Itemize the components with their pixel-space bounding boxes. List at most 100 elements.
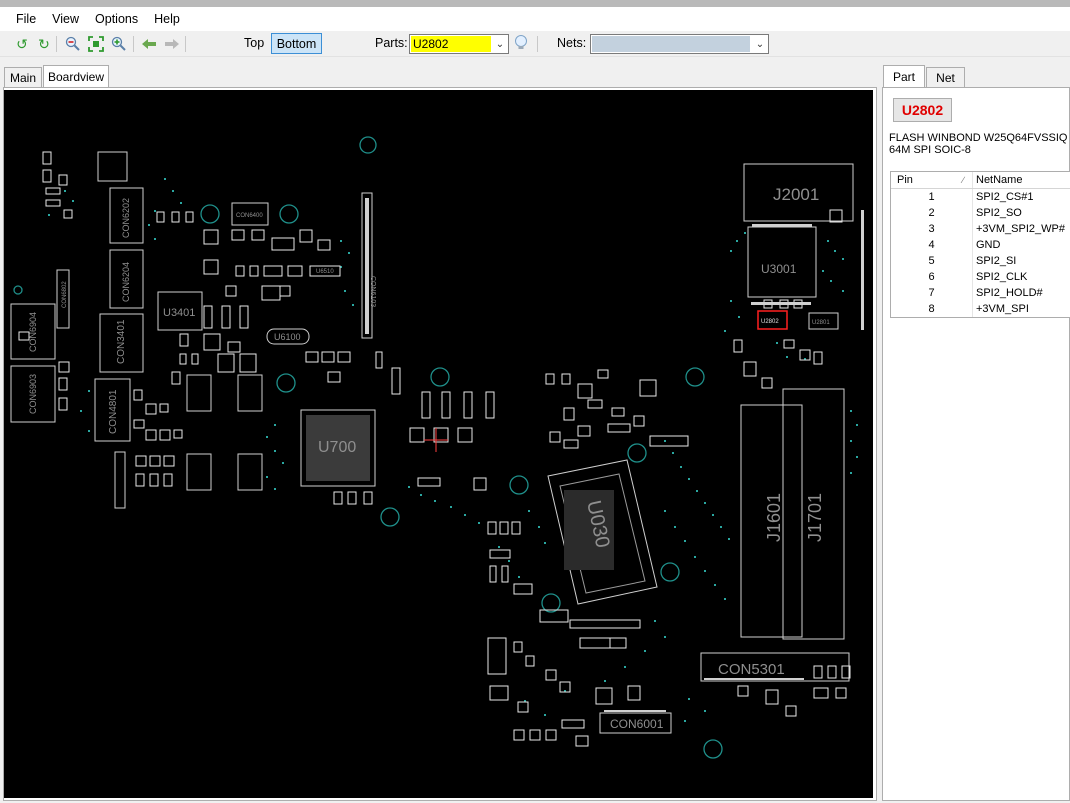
chevron-down-icon[interactable]: ⌄ — [492, 35, 508, 53]
net-cell: SPI2_SI — [976, 255, 1017, 267]
toolbar: ↺ ↻ Top Bottom Parts: U2802 ⌄ Nets: ⌄ — [0, 31, 1070, 57]
column-header-pin[interactable]: Pin ∕ — [891, 172, 973, 188]
back-arrow-icon[interactable] — [141, 36, 157, 52]
chevron-down-icon[interactable]: ⌄ — [752, 35, 768, 53]
board-labels: J2001 U3001 U2802 U2801 U3401 U700 U030 … — [28, 185, 830, 731]
mount-hole — [380, 507, 400, 527]
part-description: FLASH WINBOND W25Q64FVSSIQ 64M SPI SOIC-… — [889, 132, 1069, 156]
net-cell: SPI2_HOLD# — [976, 287, 1043, 299]
label-con6802: CON6802 — [62, 281, 68, 308]
label-u3001: U3001 — [761, 262, 797, 276]
tab-net[interactable]: Net — [926, 67, 965, 87]
pin-cell: 4 — [891, 237, 973, 253]
chip-outline[interactable] — [186, 374, 212, 412]
label-con6400: CON6400 — [236, 213, 263, 219]
pin-cell: 8 — [891, 301, 973, 317]
connector-outline[interactable] — [114, 451, 126, 509]
tab-boardview[interactable]: Boardview — [43, 65, 109, 87]
rotate-left-icon[interactable]: ↺ — [14, 36, 30, 52]
table-row[interactable]: 7 SPI2_HOLD# — [891, 285, 1070, 301]
net-cell: SPI2_CS#1 — [976, 191, 1034, 203]
label-con4801: CON4801 — [108, 389, 119, 434]
label-j2001: J2001 — [773, 185, 819, 204]
table-row[interactable]: 8 +3VM_SPI — [891, 301, 1070, 317]
column-header-netname[interactable]: NetName — [973, 172, 1070, 188]
mount-hole — [685, 367, 705, 387]
board-canvas[interactable]: J2001 U3001 U2802 U2801 U3401 U700 U030 … — [4, 90, 873, 798]
cursor-crosshair — [424, 428, 448, 452]
pin-cell: 7 — [891, 285, 973, 301]
parts-value[interactable]: U2802 — [411, 36, 491, 52]
mount-hole — [703, 739, 723, 759]
label-con3401: CON3401 — [116, 319, 127, 364]
zoom-out-icon[interactable] — [65, 36, 81, 52]
table-row[interactable]: 6 SPI2_CLK — [891, 269, 1070, 285]
parts-label: Parts: — [375, 36, 408, 50]
chip-outline[interactable] — [186, 453, 212, 491]
mount-hole — [509, 475, 529, 495]
mount-hole — [13, 285, 23, 295]
part-description-line2: 64M SPI SOIC-8 — [889, 144, 971, 156]
board-drawing[interactable]: J2001 U3001 U2802 U2801 U3401 U700 U030 … — [4, 90, 873, 798]
label-j1601: J1601 — [764, 493, 784, 542]
top-button[interactable]: Top — [244, 36, 264, 50]
tab-part[interactable]: Part — [883, 65, 925, 87]
nets-value[interactable] — [592, 36, 750, 52]
component-field — [18, 151, 851, 747]
menu-file[interactable]: File — [8, 10, 44, 28]
pin-cell: 5 — [891, 253, 973, 269]
table-row[interactable]: 5 SPI2_SI — [891, 253, 1070, 269]
toolbar-separator — [185, 36, 186, 52]
menu-help[interactable]: Help — [146, 10, 188, 28]
label-u2801: U2801 — [812, 320, 830, 326]
menu-options[interactable]: Options — [87, 10, 146, 28]
table-row[interactable]: 4 GND — [891, 237, 1070, 253]
sort-icon: ∕ — [962, 175, 964, 185]
table-row[interactable]: 1 SPI2_CS#1 — [891, 189, 1070, 205]
label-u2802: U2802 — [761, 319, 779, 325]
lightbulb-icon[interactable] — [513, 35, 529, 51]
menu-view[interactable]: View — [44, 10, 87, 28]
title-strip — [0, 0, 1070, 7]
label-con6904: CON6904 — [28, 312, 38, 352]
mount-hole — [279, 204, 299, 224]
mount-hole — [200, 204, 220, 224]
zoom-in-icon[interactable] — [111, 36, 127, 52]
chip-outline[interactable] — [97, 151, 128, 182]
mount-hole — [359, 136, 377, 154]
table-row[interactable]: 3 +3VM_SPI2_WP# — [891, 221, 1070, 237]
label-j1701: J1701 — [805, 493, 825, 542]
net-cell: +3VM_SPI2_WP# — [976, 223, 1065, 235]
toolbar-separator — [537, 36, 538, 52]
label-con5301: CON5301 — [718, 661, 785, 678]
label-con6204: CON6204 — [121, 262, 131, 302]
tab-main[interactable]: Main — [4, 67, 42, 87]
nets-combo[interactable]: ⌄ — [590, 34, 769, 54]
net-cell: SPI2_SO — [976, 207, 1022, 219]
label-con6903: CON6903 — [28, 374, 38, 414]
nets-label: Nets: — [557, 36, 587, 50]
pin-cell: 1 — [891, 189, 973, 205]
part-name-badge: U2802 — [893, 98, 952, 122]
label-u3401: U3401 — [163, 307, 195, 319]
label-con6103: CON6103 — [369, 276, 376, 307]
menu-bar: File View Options Help — [0, 7, 1070, 31]
chip-outline[interactable] — [237, 453, 263, 491]
zoom-fit-icon[interactable] — [88, 36, 104, 52]
pin-cell: 3 — [891, 221, 973, 237]
pin-table-header: Pin ∕ NetName — [891, 172, 1070, 189]
pin-table: Pin ∕ NetName 1 SPI2_CS#1 2 SPI2_SO 3 +3VM_… — [890, 171, 1070, 318]
chip-outline[interactable] — [237, 374, 263, 412]
column-header-pin-label: Pin — [897, 174, 913, 186]
mount-hole — [541, 593, 561, 613]
net-cell: GND — [976, 239, 1001, 251]
table-row[interactable]: 2 SPI2_SO — [891, 205, 1070, 221]
forward-arrow-icon[interactable] — [164, 36, 180, 52]
label-u7000: U700 — [318, 439, 356, 456]
bottom-button[interactable]: Bottom — [271, 33, 322, 54]
parts-combo[interactable]: U2802 ⌄ — [409, 34, 509, 54]
rotate-right-icon[interactable]: ↻ — [36, 36, 52, 52]
pad-field — [48, 178, 858, 722]
label-con6001: CON6001 — [610, 717, 664, 731]
label-u6510: U6510 — [316, 269, 334, 275]
